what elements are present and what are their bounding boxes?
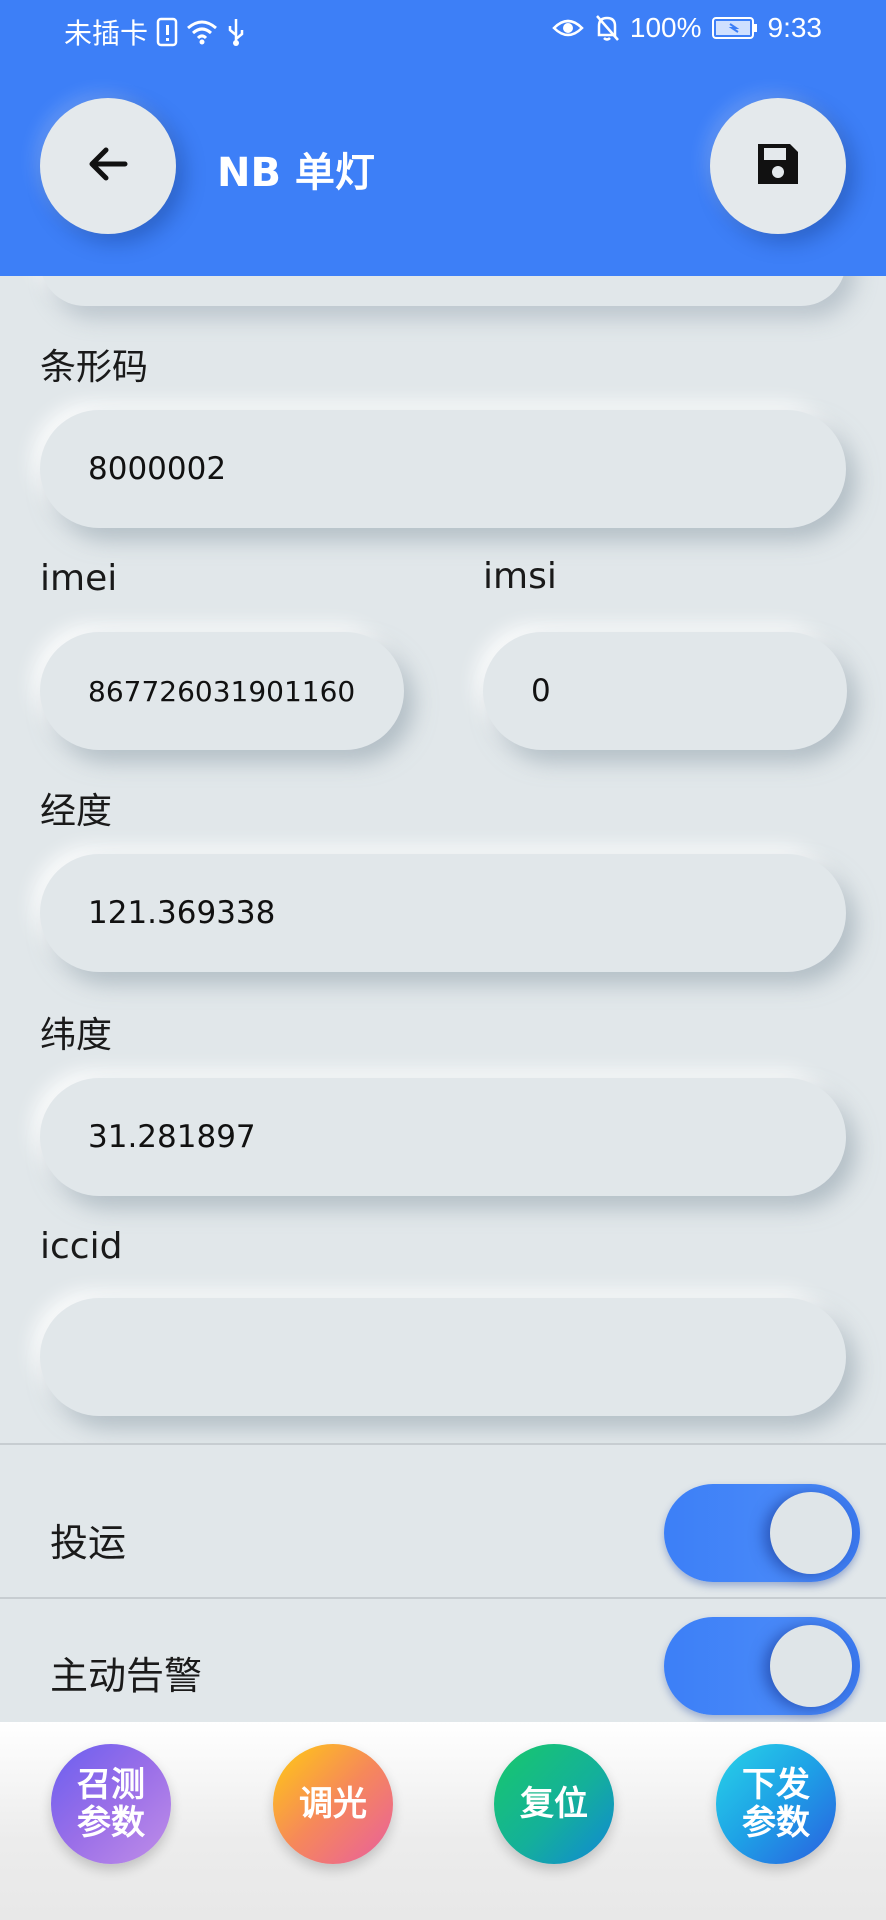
imsi-label: imsi — [483, 556, 557, 597]
sim-alert-icon — [156, 17, 178, 47]
barcode-label: 条形码 — [40, 347, 149, 388]
status-right: 100% 9:33 — [552, 12, 822, 44]
arrow-left-icon — [85, 141, 131, 191]
form-content[interactable]: 条形码 8000002 imei 867726031901160 imsi 0 … — [0, 276, 886, 1444]
query-params-line2: 参数 — [77, 1803, 145, 1843]
battery-charging-icon — [711, 16, 758, 40]
latitude-input[interactable]: 31.281897 — [40, 1078, 846, 1196]
dimming-button[interactable]: 调光 — [273, 1744, 393, 1864]
reset-label: 复位 — [520, 1784, 588, 1824]
send-params-line2: 参数 — [742, 1803, 810, 1843]
clock: 9:33 — [767, 12, 823, 43]
toggle-knob — [770, 1625, 852, 1707]
previous-field-input[interactable] — [40, 276, 846, 306]
commission-toggle[interactable] — [664, 1484, 860, 1582]
imei-input[interactable]: 867726031901160 — [40, 632, 404, 750]
page-title: NB 单灯 — [217, 150, 375, 196]
wifi-icon — [186, 19, 218, 45]
battery-percent: 100% — [629, 12, 702, 43]
barcode-input[interactable]: 8000002 — [40, 410, 846, 528]
eye-icon — [552, 16, 584, 40]
commission-label: 投运 — [50, 1521, 127, 1565]
longitude-label: 经度 — [40, 791, 113, 832]
query-params-button[interactable]: 召测 参数 — [51, 1744, 171, 1864]
send-params-button[interactable]: 下发 参数 — [716, 1744, 836, 1864]
app-bar: NB 单灯 — [0, 60, 886, 276]
latitude-label: 纬度 — [40, 1015, 113, 1056]
imsi-input[interactable]: 0 — [483, 632, 847, 750]
bell-off-icon — [594, 13, 620, 43]
toggle-knob — [770, 1492, 852, 1574]
status-bar: 未插卡 100% 9:33 — [0, 0, 886, 60]
usb-icon — [226, 17, 246, 47]
query-params-line1: 召测 — [77, 1765, 145, 1805]
sim-status-text: 未插卡 — [64, 18, 149, 49]
iccid-input[interactable] — [40, 1298, 846, 1416]
imei-label: imei — [40, 558, 118, 599]
back-button[interactable] — [40, 98, 176, 234]
send-params-line1: 下发 — [742, 1765, 810, 1805]
longitude-input[interactable]: 121.369338 — [40, 854, 846, 972]
reset-button[interactable]: 复位 — [494, 1744, 614, 1864]
iccid-label: iccid — [40, 1226, 123, 1267]
divider — [0, 1597, 886, 1599]
active-alarm-toggle[interactable] — [664, 1617, 860, 1715]
divider — [0, 1443, 886, 1445]
save-button[interactable] — [710, 98, 846, 234]
active-alarm-label: 主动告警 — [50, 1654, 203, 1698]
bottom-action-bar: 召测 参数 调光 复位 下发 参数 — [0, 1722, 886, 1920]
dimming-label: 调光 — [299, 1784, 367, 1824]
floppy-disk-icon — [754, 140, 802, 192]
status-left: 未插卡 — [64, 12, 246, 52]
